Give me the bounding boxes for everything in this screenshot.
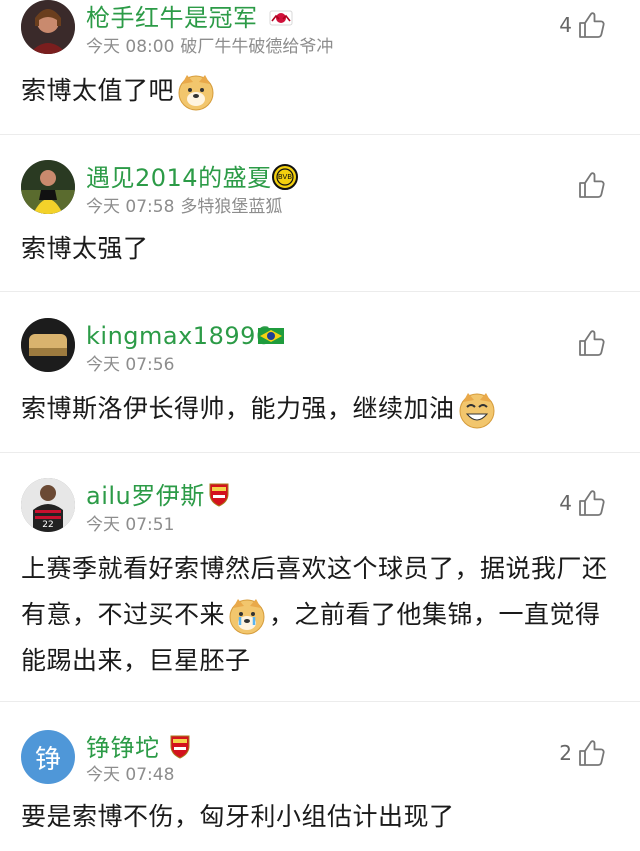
comment-item: 22 ailu罗伊斯 今天 07:51 4 上赛季就看好索博然后喜欢这个球员了，… xyxy=(0,478,640,701)
svg-text:22: 22 xyxy=(42,520,53,530)
timestamp: 今天 07:51 xyxy=(86,515,175,535)
divider xyxy=(0,701,640,702)
like-button[interactable]: 4 xyxy=(559,10,606,40)
crying-doge-emoji-icon xyxy=(229,599,265,635)
fan-tag: 多特狼堡蓝狐 xyxy=(180,197,283,217)
comment-meta: 今天 07:58 多特狼堡蓝狐 xyxy=(86,196,282,218)
like-button[interactable]: 2 xyxy=(559,738,606,768)
svg-text:BVB: BVB xyxy=(278,173,292,181)
comment-text: 要是索博不伤，匈牙利小组估计出现了 xyxy=(21,794,621,840)
comment-meta: 今天 07:51 xyxy=(86,514,174,536)
comment-text: 索博太值了吧 xyxy=(21,68,621,114)
like-button[interactable]: 4 xyxy=(559,488,606,518)
comment-item: 遇见2014的盛夏 BVB 今天 07:58 多特狼堡蓝狐 索博太强了 xyxy=(0,160,640,291)
username[interactable]: ailu罗伊斯 xyxy=(86,481,205,511)
avatar[interactable] xyxy=(21,318,75,372)
doge-emoji-icon xyxy=(178,75,214,111)
arsenal-badge xyxy=(170,735,190,759)
avatar[interactable]: 铮 xyxy=(21,730,75,784)
comment-meta: 今天 08:00 破厂牛牛破德给爷冲 xyxy=(86,36,333,58)
comment-body: 要是索博不伤，匈牙利小组估计出现了 xyxy=(21,802,455,831)
divider xyxy=(0,291,640,292)
avatar[interactable]: 22 xyxy=(21,478,75,532)
comment-text: 索博太强了 xyxy=(21,226,621,272)
thumb-up-icon xyxy=(579,330,605,356)
comment-body: 索博太强了 xyxy=(21,234,149,263)
comment-item: kingmax18996 今天 07:56 索博斯洛伊长得帅，能力强，继续加油 xyxy=(0,318,640,452)
brazil-flag xyxy=(258,328,284,344)
avatar[interactable] xyxy=(21,160,75,214)
like-count: 4 xyxy=(559,491,572,515)
timestamp: 今天 07:56 xyxy=(86,355,175,375)
comment-body: 索博太值了吧 xyxy=(21,76,175,105)
comment-meta: 今天 07:48 xyxy=(86,764,174,786)
like-button[interactable] xyxy=(572,328,606,358)
thumb-up-icon xyxy=(579,172,605,198)
comment-text: 索博斯洛伊长得帅，能力强，继续加油 xyxy=(21,386,621,432)
grinning-doge-emoji-icon xyxy=(459,393,495,429)
fan-tag: 破厂牛牛破德给爷冲 xyxy=(180,37,334,57)
timestamp: 今天 08:00 xyxy=(86,37,175,57)
comment-meta: 今天 07:56 xyxy=(86,354,174,376)
avatar[interactable] xyxy=(21,0,75,54)
username[interactable]: 铮铮坨 xyxy=(86,733,160,763)
username[interactable]: kingmax18996 xyxy=(86,321,272,351)
comment-body: 索博斯洛伊长得帅，能力强，继续加油 xyxy=(21,394,455,423)
timestamp: 今天 07:48 xyxy=(86,765,175,785)
thumb-up-icon xyxy=(579,490,605,516)
username[interactable]: 枪手红牛是冠军 xyxy=(86,3,258,33)
comment-item: 铮 铮铮坨 今天 07:48 2 要是索博不伤，匈牙利小组估计出现了 xyxy=(0,730,640,851)
thumb-up-icon xyxy=(579,12,605,38)
comment-item: 枪手红牛是冠军 今天 08:00 破厂牛牛破德给爷冲 4 索博太值了吧 xyxy=(0,0,640,134)
divider xyxy=(0,134,640,135)
timestamp: 今天 07:58 xyxy=(86,197,175,217)
leipzig-badge xyxy=(269,10,293,26)
thumb-up-icon xyxy=(579,740,605,766)
comment-text: 上赛季就看好索博然后喜欢这个球员了，据说我厂还有意，不过买不来 ，之前看了他集锦… xyxy=(21,546,621,684)
like-button[interactable] xyxy=(572,170,606,200)
username[interactable]: 遇见2014的盛夏 xyxy=(86,163,272,193)
divider xyxy=(0,452,640,453)
like-count: 4 xyxy=(559,13,572,37)
arsenal-badge xyxy=(209,483,229,507)
like-count: 2 xyxy=(559,741,572,765)
dortmund-badge: BVB xyxy=(272,164,298,190)
